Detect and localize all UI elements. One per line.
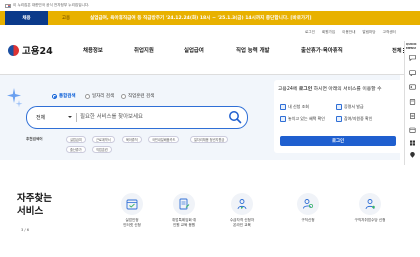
nav-parental-leave[interactable]: 출산휴가·육아휴직 xyxy=(301,43,343,57)
login-service-label: 증명서 발급 xyxy=(344,104,364,109)
search-option-label: 통합검색 xyxy=(59,94,76,99)
document-edit-icon xyxy=(179,198,190,210)
government-emblem-icon xyxy=(8,44,19,56)
fav-label-line2: 온라인 교육 xyxy=(233,223,251,228)
recommended-keywords-label: 추천검색어 xyxy=(26,137,43,141)
nav-employment-support[interactable]: 취업지원 xyxy=(134,43,154,57)
all-menu-label: 전체 xyxy=(392,47,402,54)
calendar-check-icon xyxy=(126,199,138,210)
keyword-tag[interactable]: 국민내일배움카드 xyxy=(148,136,180,143)
certificate-issue-link[interactable]: 증명서 발급 xyxy=(336,104,364,110)
signup-link[interactable]: 회원가입 xyxy=(322,30,335,35)
keyword-tag[interactable]: 실업급여 xyxy=(66,136,86,143)
quick-menu-title-line2: MENU xyxy=(406,45,416,50)
search-input[interactable] xyxy=(80,110,220,124)
flag-icon xyxy=(5,3,11,8)
quick-menu-title: QUICK MENU xyxy=(406,42,417,50)
favorite-employment-training[interactable]: 취업특례임회·취 인원 교육 응원 xyxy=(160,193,208,229)
divider xyxy=(76,113,77,122)
fav-icon-wrap xyxy=(359,193,381,215)
gift-icon xyxy=(280,116,286,122)
favorite-job-application[interactable]: 구직신청 xyxy=(284,193,332,223)
grid-icon[interactable] xyxy=(409,140,416,146)
keyword-tag[interactable]: 근로계약서 xyxy=(92,136,115,143)
keyword-tag[interactable]: 일자리채용 청년지원금 xyxy=(190,136,229,143)
notice-tab-employment[interactable]: 고용 xyxy=(52,11,80,25)
notice-text[interactable]: 실업급여, 육아휴직급여 등 직급방주기 '24.12.24(화) 18시 ~ … xyxy=(90,11,312,25)
missed-benefits-link[interactable]: 놓치고 있는 혜택 확인 xyxy=(280,116,325,122)
search-icon[interactable] xyxy=(228,110,242,124)
fav-label-line1: 구직신청 xyxy=(301,218,315,222)
chevron-down-icon xyxy=(68,116,72,118)
gov-banner-text: 이 누리집은 대한민국 공식 전자정부 누리집입니다. xyxy=(13,3,90,7)
message-icon[interactable] xyxy=(409,70,416,76)
site-logo[interactable]: 고용24 xyxy=(8,43,53,57)
login-link[interactable]: 로그인 xyxy=(305,30,315,35)
document-icon[interactable] xyxy=(409,113,416,119)
search-option-integrated[interactable]: 통합검색 xyxy=(52,93,76,99)
favorites-pagination: 3 / 6 xyxy=(21,228,30,232)
favorite-unemployment-recognition[interactable]: 실업인정 인터넷 신청 xyxy=(108,193,156,229)
my-applications-link[interactable]: 내 신청 조회 xyxy=(280,104,309,110)
id-card-icon[interactable] xyxy=(409,84,416,90)
keyword-tag[interactable]: 육아휴직 xyxy=(122,136,142,143)
favorite-online-education[interactable]: 수급자격 신청자 온라인 교육 xyxy=(218,193,266,229)
calendar-icon[interactable] xyxy=(409,127,416,133)
fav-label-line2: 인터넷 신청 xyxy=(123,223,141,228)
login-button[interactable]: 로그인 xyxy=(280,136,396,146)
fav-label-line2: 인원 교육 응원 xyxy=(172,223,196,228)
nav-vocational-training[interactable]: 직업 능력 개발 xyxy=(236,43,270,57)
login-service-label: 놓치고 있는 혜택 확인 xyxy=(288,116,325,121)
checklist-icon xyxy=(336,116,342,122)
participation-status-link[interactable]: 참여/지원중 확인 xyxy=(336,116,372,122)
certificate-icon xyxy=(336,104,342,110)
login-prompt: 고용24에 로그인 하시면 아래의 서비스를 이용할 수 xyxy=(278,85,382,92)
fav-icon-wrap xyxy=(231,193,253,215)
fav-icon-wrap xyxy=(173,193,195,215)
fav-icon-wrap xyxy=(297,193,319,215)
person-play-icon xyxy=(237,199,247,210)
login-prompt-prefix: 고용24에 xyxy=(278,87,299,92)
radio-icon xyxy=(121,93,126,99)
help-center-link[interactable]: 고객센터 xyxy=(383,30,396,35)
search-option-jobs[interactable]: 일자리 검색 xyxy=(85,93,114,99)
favorite-job-seeker-allowance[interactable]: 구직자취업수당 신청 xyxy=(346,193,394,223)
search-doc-icon xyxy=(280,104,286,110)
location-pin-icon[interactable] xyxy=(409,152,416,158)
gov-banner: 이 누리집은 대한민국 공식 전자정부 누리집입니다. xyxy=(0,0,420,11)
calculator-icon[interactable] xyxy=(409,99,416,105)
favorites-title-line2: 서비스 xyxy=(17,206,44,217)
nav-unemployment-benefit[interactable]: 실업급여 xyxy=(184,43,204,57)
person-search-icon xyxy=(303,199,314,209)
chat-icon[interactable] xyxy=(409,55,416,61)
notice-tab-hire[interactable]: 채용 xyxy=(5,11,48,25)
login-service-label: 참여/지원중 확인 xyxy=(344,116,373,121)
favorites-title-line1: 자주찾는 xyxy=(17,193,52,204)
login-prompt-highlight: 로그인 xyxy=(298,87,313,92)
fav-label-line1: 구직자취업수당 신청 xyxy=(354,218,386,222)
login-service-label: 내 신청 조회 xyxy=(288,104,309,109)
keyword-tag[interactable]: 직업훈련 xyxy=(92,146,112,153)
radio-icon xyxy=(85,93,90,99)
utility-links: 로그인 회원가입 이용안내 알림마당 고객센터 xyxy=(305,28,396,36)
guide-link[interactable]: 이용안내 xyxy=(342,30,355,35)
sparkle-decoration-icon xyxy=(7,88,23,108)
person-badge-icon xyxy=(365,199,375,210)
search-option-training[interactable]: 직업훈련 검색 xyxy=(121,93,154,99)
keyword-tag[interactable]: 출산휴가 xyxy=(66,146,86,153)
search-option-label: 일자리 검색 xyxy=(92,94,115,99)
logo-text: 고용24 xyxy=(22,46,53,57)
login-prompt-suffix: 하시면 아래의 서비스를 이용할 수 xyxy=(312,87,382,92)
search-option-label: 직업훈련 검색 xyxy=(128,94,155,99)
radio-icon xyxy=(52,93,57,99)
notice-link[interactable]: 알림마당 xyxy=(362,30,375,35)
nav-jobs[interactable]: 채용정보 xyxy=(83,43,103,57)
fav-icon-wrap xyxy=(121,193,143,215)
